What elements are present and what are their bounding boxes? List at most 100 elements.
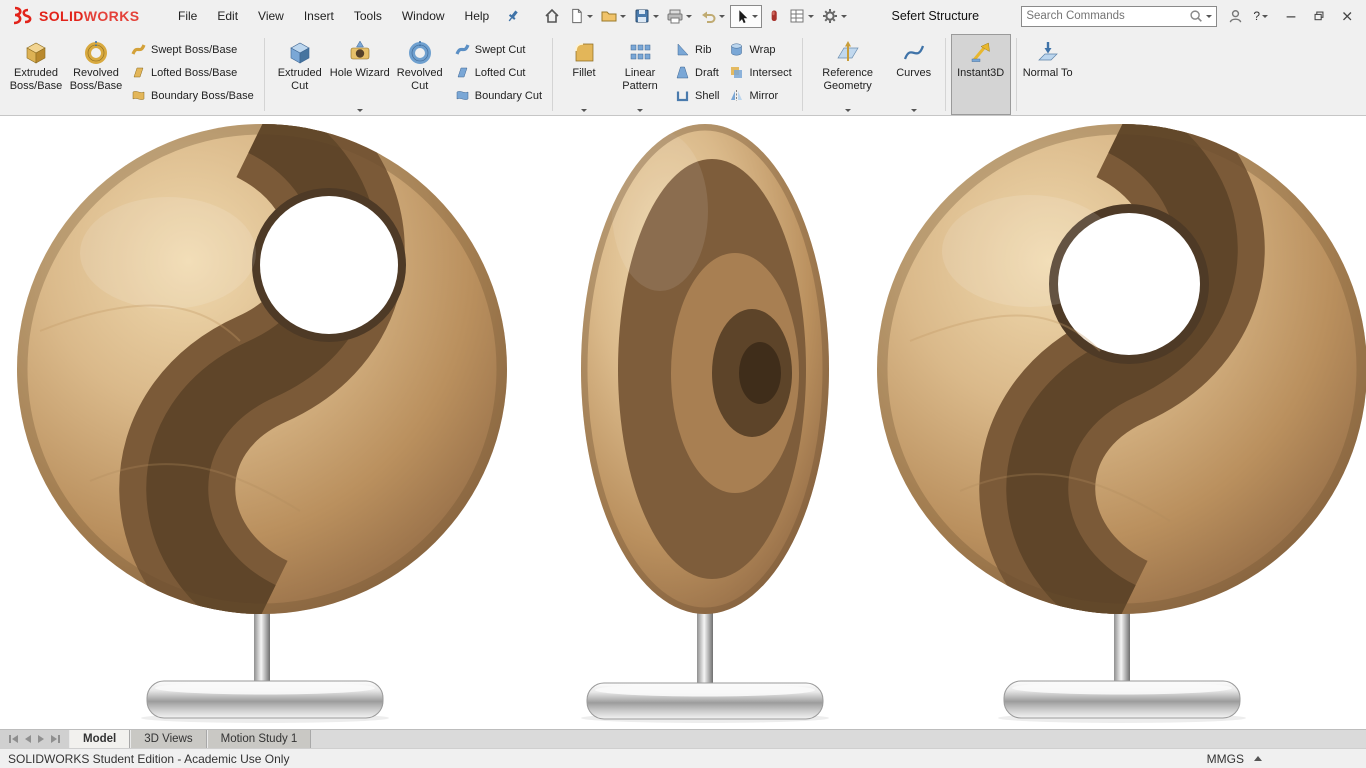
rib-draft-shell-column: Rib Draft Shell xyxy=(670,34,724,115)
help-button[interactable]: ? xyxy=(1253,9,1268,23)
shell-label: Shell xyxy=(695,90,719,102)
tab-motion-study-1[interactable]: Motion Study 1 xyxy=(207,730,312,748)
linear-pattern-icon xyxy=(627,37,653,67)
graphics-viewport[interactable] xyxy=(0,116,1366,729)
menu-window[interactable]: Window xyxy=(392,4,455,28)
titlebar: SOLIDWORKS File Edit View Insert Tools W… xyxy=(0,0,1366,32)
normal-to-button[interactable]: Normal To xyxy=(1022,34,1074,115)
fillet-caret-icon[interactable] xyxy=(581,109,587,112)
print-button[interactable] xyxy=(664,5,694,27)
dropdown-caret-icon[interactable] xyxy=(752,15,758,18)
dropdown-caret-icon[interactable] xyxy=(620,15,626,18)
curves-button[interactable]: Curves xyxy=(888,34,940,115)
lofted-boss-icon xyxy=(131,65,146,80)
shell-button[interactable]: Shell xyxy=(670,87,724,104)
xpress-tools-button[interactable] xyxy=(765,5,783,27)
draft-button[interactable]: Draft xyxy=(670,64,724,81)
menu-file[interactable]: File xyxy=(168,4,207,28)
home-button[interactable] xyxy=(541,5,563,27)
reference-geometry-button[interactable]: Reference Geometry xyxy=(808,34,888,115)
dropdown-caret-icon[interactable] xyxy=(719,15,725,18)
extruded-cut-button[interactable]: Extruded Cut xyxy=(270,34,330,115)
close-button[interactable] xyxy=(1333,4,1360,28)
lofted-cut-label: Lofted Cut xyxy=(475,67,526,79)
dropdown-caret-icon[interactable] xyxy=(841,15,847,18)
boundary-cut-button[interactable]: Boundary Cut xyxy=(450,87,547,104)
hole-wizard-label: Hole Wizard xyxy=(330,67,390,80)
help-caret-icon[interactable] xyxy=(1262,15,1268,18)
first-tab-button[interactable] xyxy=(9,735,18,743)
menu-tools[interactable]: Tools xyxy=(344,4,392,28)
search-input[interactable] xyxy=(1026,10,1186,22)
options-button[interactable] xyxy=(819,5,849,27)
search-icon[interactable] xyxy=(1188,8,1204,24)
boundary-boss-button[interactable]: Boundary Boss/Base xyxy=(126,87,259,104)
select-tool-button[interactable] xyxy=(730,5,762,28)
evaluate-sheet-button[interactable] xyxy=(786,5,816,27)
command-search[interactable] xyxy=(1021,6,1217,27)
new-document-button[interactable] xyxy=(566,5,595,27)
curves-icon xyxy=(901,37,927,67)
red-tool-icon xyxy=(767,7,781,25)
hole-wizard-caret-icon[interactable] xyxy=(357,109,363,112)
intersect-button[interactable]: Intersect xyxy=(724,64,796,81)
linear-pattern-button[interactable]: Linear Pattern xyxy=(610,34,670,115)
model-view-side[interactable] xyxy=(581,124,829,723)
open-button[interactable] xyxy=(598,5,628,27)
swept-cut-button[interactable]: Swept Cut xyxy=(450,41,547,58)
curves-caret-icon[interactable] xyxy=(911,109,917,112)
next-tab-button[interactable] xyxy=(38,735,44,743)
model-view-back[interactable] xyxy=(877,124,1366,723)
lofted-boss-button[interactable]: Lofted Boss/Base xyxy=(126,64,259,81)
tab-3d-views[interactable]: 3D Views xyxy=(130,730,206,748)
wrap-button[interactable]: Wrap xyxy=(724,41,796,58)
linear-pattern-caret-icon[interactable] xyxy=(637,109,643,112)
menu-insert[interactable]: Insert xyxy=(294,4,344,28)
help-label: ? xyxy=(1253,9,1260,23)
mirror-button[interactable]: Mirror xyxy=(724,87,796,104)
model-view-front[interactable] xyxy=(17,124,507,723)
revolved-boss-button[interactable]: Revolved Boss/Base xyxy=(66,34,126,115)
dropdown-caret-icon[interactable] xyxy=(686,15,692,18)
instant3d-label: Instant3D xyxy=(957,67,1004,80)
fillet-button[interactable]: Fillet xyxy=(558,34,610,115)
user-account-icon[interactable] xyxy=(1227,8,1244,25)
units-selector[interactable]: MMGS xyxy=(1207,752,1262,766)
search-dropdown-caret-icon[interactable] xyxy=(1206,15,1212,18)
save-icon xyxy=(633,7,651,25)
mirror-icon xyxy=(729,88,744,103)
rib-button[interactable]: Rib xyxy=(670,41,724,58)
pin-menu-button[interactable] xyxy=(505,8,521,24)
previous-tab-button[interactable] xyxy=(25,735,31,743)
model-render[interactable] xyxy=(0,116,1366,729)
dassault-3ds-icon xyxy=(8,6,34,26)
undo-button[interactable] xyxy=(697,5,727,27)
undo-icon xyxy=(699,7,717,25)
draft-label: Draft xyxy=(695,67,719,79)
restore-button[interactable] xyxy=(1305,4,1332,28)
menu-view[interactable]: View xyxy=(248,4,294,28)
select-cursor-icon xyxy=(734,8,750,25)
lofted-cut-button[interactable]: Lofted Cut xyxy=(450,64,547,81)
new-document-icon xyxy=(568,7,585,25)
dropdown-caret-icon[interactable] xyxy=(587,15,593,18)
instant3d-button[interactable]: Instant3D xyxy=(951,34,1011,115)
swept-boss-button[interactable]: Swept Boss/Base xyxy=(126,41,259,58)
ribbon-separator xyxy=(552,38,553,111)
tab-model[interactable]: Model xyxy=(69,730,130,748)
dropdown-caret-icon[interactable] xyxy=(653,15,659,18)
wrap-intersect-mirror-column: Wrap Intersect Mirror xyxy=(724,34,796,115)
cut-group: Extruded Cut Hole Wizard Revolv xyxy=(270,34,547,115)
reference-geometry-caret-icon[interactable] xyxy=(845,109,851,112)
dropdown-caret-icon[interactable] xyxy=(808,15,814,18)
extruded-boss-button[interactable]: Extruded Boss/Base xyxy=(6,34,66,115)
units-label: MMGS xyxy=(1207,752,1244,766)
menu-edit[interactable]: Edit xyxy=(207,4,248,28)
minimize-button[interactable] xyxy=(1277,4,1304,28)
save-button[interactable] xyxy=(631,5,661,27)
revolved-cut-button[interactable]: Revolved Cut xyxy=(390,34,450,115)
units-caret-icon[interactable] xyxy=(1254,756,1262,761)
menu-help[interactable]: Help xyxy=(455,4,500,28)
last-tab-button[interactable] xyxy=(51,735,60,743)
hole-wizard-button[interactable]: Hole Wizard xyxy=(330,34,390,115)
